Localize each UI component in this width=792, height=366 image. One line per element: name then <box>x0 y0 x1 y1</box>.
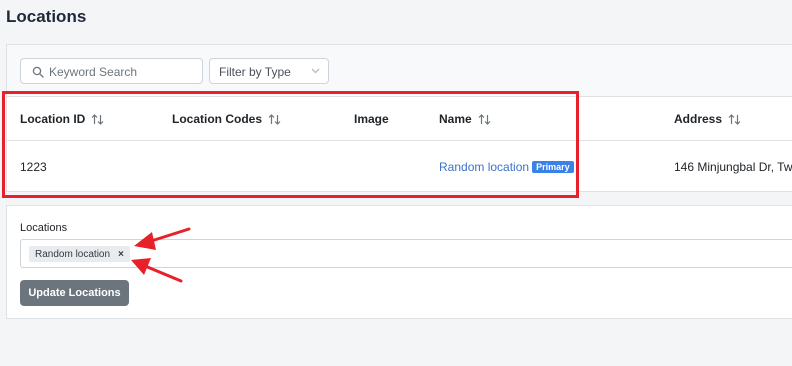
location-name-link[interactable]: Random location <box>439 160 529 174</box>
page-title: Locations <box>6 7 87 26</box>
search-icon <box>32 66 44 78</box>
column-header-label: Name <box>439 112 472 126</box>
primary-badge: Primary <box>532 161 574 173</box>
cell-location-id: 1223 <box>20 160 47 174</box>
column-header-location-id[interactable]: Location ID <box>20 112 104 126</box>
column-header-label: Image <box>354 112 389 126</box>
selected-location-tag: Random location × <box>29 246 130 262</box>
locations-field-label: Locations <box>20 222 68 234</box>
column-header-label: Address <box>674 112 723 126</box>
column-header-label: Location ID <box>20 112 86 126</box>
close-icon[interactable]: × <box>118 249 124 260</box>
sort-icon[interactable] <box>478 113 491 126</box>
tag-label: Random location <box>35 248 111 260</box>
column-header-location-codes[interactable]: Location Codes <box>172 112 281 126</box>
filter-bar: Filter by Type <box>7 45 792 97</box>
column-header-image: Image <box>354 112 389 126</box>
column-header-label: Location Codes <box>172 112 263 126</box>
column-header-address[interactable]: Address <box>674 112 741 126</box>
locations-form-card: Locations Random location × Update Locat… <box>6 205 792 319</box>
column-header-name[interactable]: Name <box>439 112 491 126</box>
sort-icon[interactable] <box>728 113 741 126</box>
cell-address: 146 Minjungbal Dr, Tw <box>674 160 792 174</box>
type-filter-select[interactable]: Filter by Type <box>209 58 329 84</box>
search-input[interactable] <box>49 63 197 80</box>
table-row-divider <box>7 140 792 141</box>
locations-tag-input[interactable]: Random location × <box>20 239 792 268</box>
sort-icon[interactable] <box>268 113 281 126</box>
chevron-down-icon <box>311 68 320 74</box>
sort-icon[interactable] <box>91 113 104 126</box>
type-filter-label: Filter by Type <box>219 65 291 79</box>
update-locations-button[interactable]: Update Locations <box>20 280 129 306</box>
locations-table-card: Filter by Type Location ID Location Code… <box>6 44 792 192</box>
search-box[interactable] <box>20 58 203 84</box>
cell-name: Random location Primary <box>439 160 574 174</box>
